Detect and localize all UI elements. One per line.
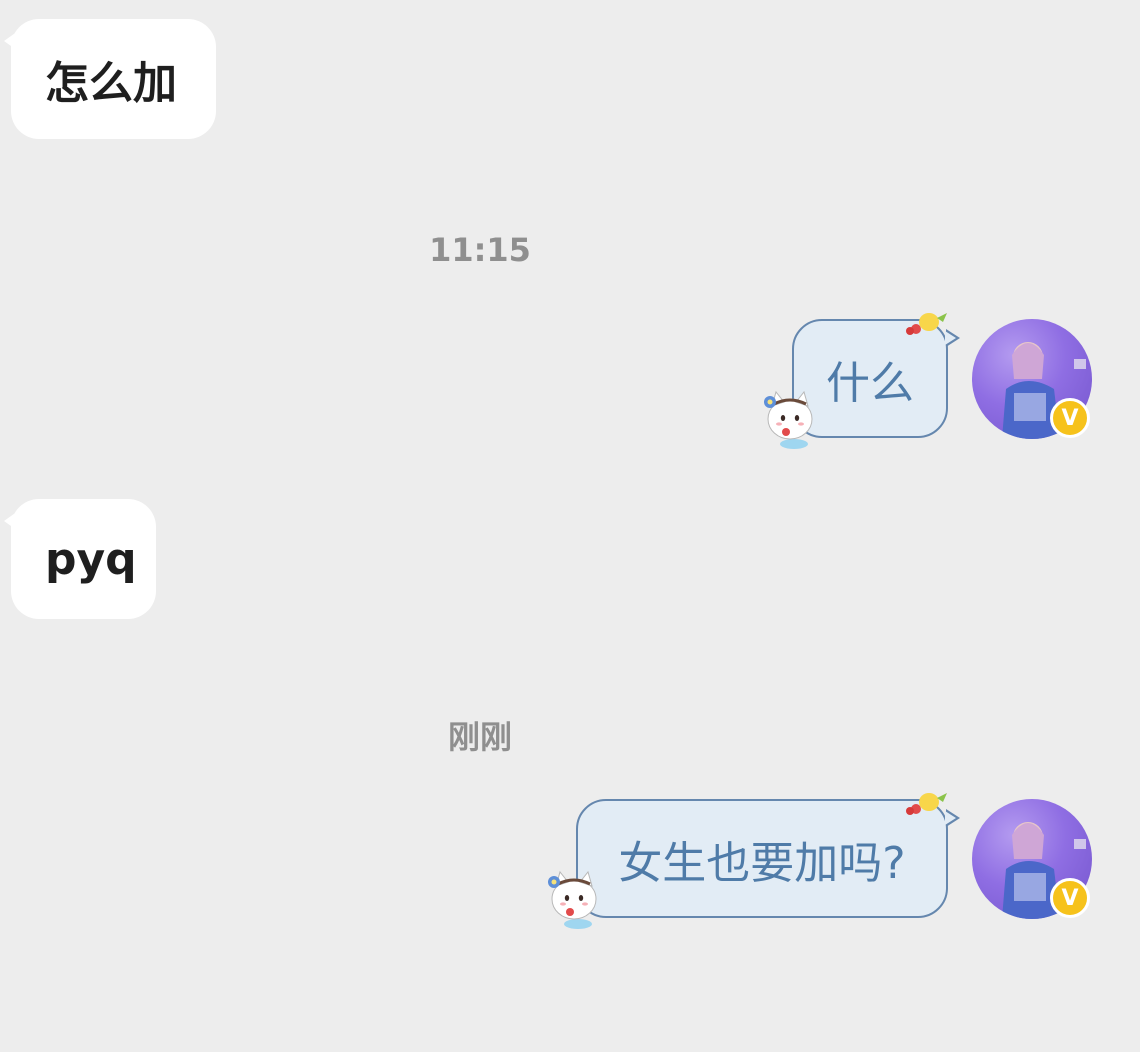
fruit-decoration-icon [906, 313, 947, 335]
timestamp: 刚刚 [447, 718, 512, 756]
message-text: 什么 [826, 357, 914, 409]
incoming-message-bubble[interactable]: pyq [4, 499, 156, 619]
outgoing-message-bubble[interactable]: 女生也要加吗? [576, 799, 960, 918]
incoming-message-bubble[interactable]: 怎么加 [4, 19, 216, 139]
bubble-tail [4, 31, 18, 51]
timestamp: 11:15 [429, 231, 531, 269]
cat-sticker-icon [764, 390, 813, 449]
vip-badge-icon: V [1050, 878, 1090, 918]
cat-sticker-icon [548, 870, 597, 929]
message-text: 怎么加 [45, 58, 177, 109]
message-text: pyq [45, 533, 137, 585]
vip-badge-icon: V [1050, 398, 1090, 438]
message-text: 女生也要加吗? [618, 837, 906, 889]
bubble-tail [4, 511, 18, 531]
fruit-decoration-icon [906, 793, 947, 815]
